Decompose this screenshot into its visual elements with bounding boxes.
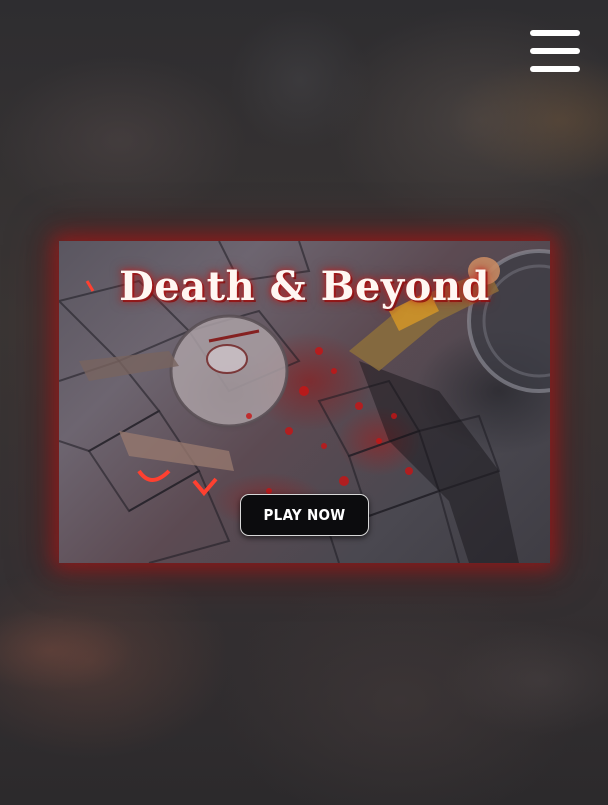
game-page: Death & Beyond PLAY NOW bbox=[0, 0, 608, 805]
game-title: Death & Beyond bbox=[119, 263, 490, 310]
menu-bar-top bbox=[530, 30, 580, 36]
menu-bar-bottom bbox=[530, 66, 580, 72]
game-banner[interactable]: Death & Beyond PLAY NOW bbox=[59, 241, 550, 563]
menu-bar-middle bbox=[530, 48, 580, 54]
play-now-button[interactable]: PLAY NOW bbox=[240, 494, 369, 536]
hamburger-menu-icon[interactable] bbox=[530, 30, 580, 76]
